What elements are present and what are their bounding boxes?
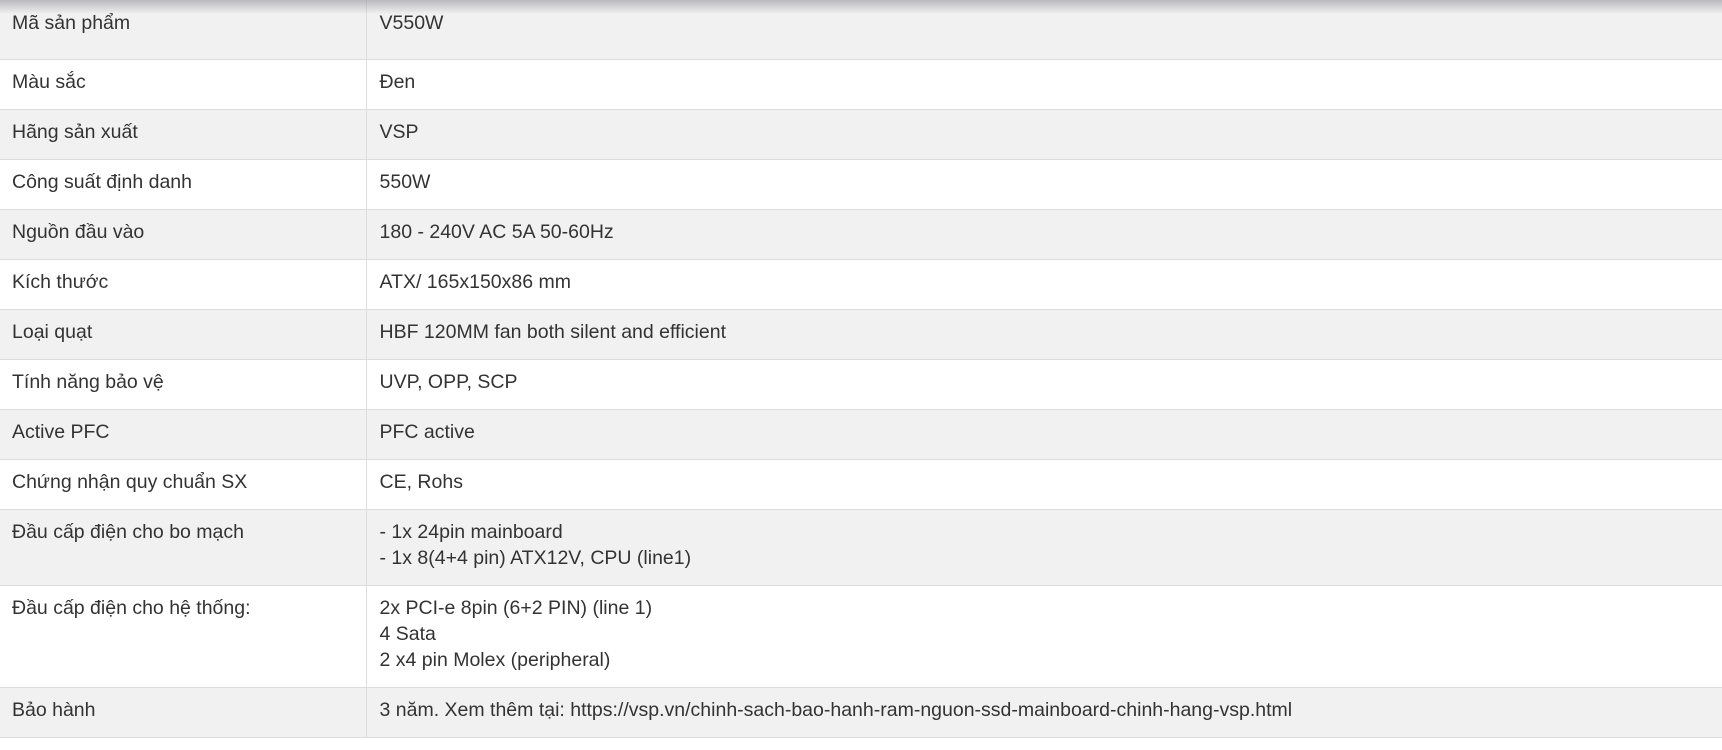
spec-label: Tính năng bảo vệ xyxy=(0,359,367,410)
table-row: Loại quạt HBF 120MM fan both silent and … xyxy=(0,309,1722,360)
spec-value: Đen xyxy=(379,71,416,93)
spec-label: Kích thước xyxy=(0,259,367,310)
spec-value: - 1x 24pin mainboard - 1x 8(4+4 pin) ATX… xyxy=(379,521,692,569)
spec-label: Đầu cấp điện cho bo mạch xyxy=(0,509,367,586)
spec-label: Hãng sản xuất xyxy=(0,109,367,160)
spec-label: Nguồn đầu vào xyxy=(0,209,367,260)
spec-label: Màu sắc xyxy=(0,59,367,110)
spec-value: VSP xyxy=(379,121,419,143)
spec-value: ATX/ 165x150x86 mm xyxy=(379,271,571,293)
spec-table: Mã sản phẩm V550W Màu sắc Đen Hãng sản x… xyxy=(0,0,1722,738)
spec-value: 2x PCI-e 8pin (6+2 PIN) (line 1) 4 Sata … xyxy=(379,597,653,671)
spec-label: Đầu cấp điện cho hệ thống: xyxy=(0,585,367,688)
table-row: Màu sắc Đen xyxy=(0,59,1722,110)
spec-label: Bảo hành xyxy=(0,687,367,738)
table-row: Nguồn đầu vào 180 - 240V AC 5A 50-60Hz xyxy=(0,209,1722,260)
spec-page: Mã sản phẩm V550W Màu sắc Đen Hãng sản x… xyxy=(0,0,1722,750)
spec-value: UVP, OPP, SCP xyxy=(379,371,518,393)
table-row: Đầu cấp điện cho bo mạch - 1x 24pin main… xyxy=(0,509,1722,586)
spec-value: CE, Rohs xyxy=(379,471,463,493)
table-row: Chứng nhận quy chuẩn SX CE, Rohs xyxy=(0,459,1722,510)
table-row: Mã sản phẩm V550W xyxy=(0,0,1722,60)
spec-label: Loại quạt xyxy=(0,309,367,360)
spec-value: V550W xyxy=(379,12,444,34)
spec-value: 180 - 240V AC 5A 50-60Hz xyxy=(379,221,614,243)
spec-value: 550W xyxy=(379,171,431,193)
spec-label: Chứng nhận quy chuẩn SX xyxy=(0,459,367,510)
table-row: Kích thước ATX/ 165x150x86 mm xyxy=(0,259,1722,310)
spec-label: Công suất định danh xyxy=(0,159,367,210)
table-row: Đầu cấp điện cho hệ thống: 2x PCI-e 8pin… xyxy=(0,585,1722,688)
table-row: Tính năng bảo vệ UVP, OPP, SCP xyxy=(0,359,1722,410)
table-row: Bảo hành 3 năm. Xem thêm tại: https://vs… xyxy=(0,687,1722,738)
spec-label: Active PFC xyxy=(0,409,367,460)
table-row: Công suất định danh 550W xyxy=(0,159,1722,210)
table-row: Hãng sản xuất VSP xyxy=(0,109,1722,160)
table-row: Active PFC PFC active xyxy=(0,409,1722,460)
spec-value: HBF 120MM fan both silent and efficient xyxy=(379,321,727,343)
spec-label: Mã sản phẩm xyxy=(0,0,367,60)
spec-value: PFC active xyxy=(379,421,475,443)
spec-value: 3 năm. Xem thêm tại: https://vsp.vn/chin… xyxy=(379,699,1293,721)
